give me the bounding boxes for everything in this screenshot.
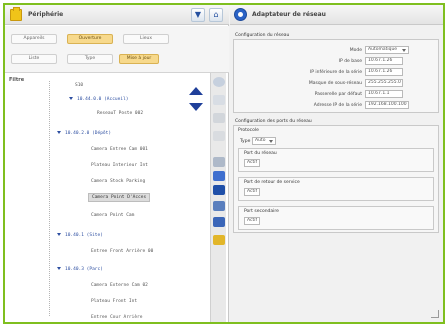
toolbar-button-2[interactable]: Lieux [123,34,169,44]
list-icon[interactable] [213,157,225,167]
device-tree: S10 10.44.0.0 (Accueil) ReseauT Poste 00… [5,81,205,322]
network-ports-title: Configuration des ports du réseau [235,119,312,124]
port-group-title: Port secondaire [244,209,279,214]
chevron-down-icon [402,49,406,52]
series-ip-field[interactable]: 192.168.100.100 [365,101,409,109]
tree-row[interactable]: Plateau Interieur Int [91,161,148,170]
collapse-button[interactable]: ▼ [191,8,205,22]
mode-select[interactable]: Automatique [365,46,409,54]
port-type-select[interactable]: Auto [252,137,276,145]
tree-row[interactable]: Camera Externe Cam 02 [91,281,148,290]
port-group: Port du réseau Actif [238,148,434,172]
tree-row-selected[interactable]: Camera Point D'Acces [88,193,151,202]
move-up-icon[interactable] [189,87,203,95]
chevron-down-icon [269,140,273,143]
toolbar-button-5[interactable]: Mise à jour [119,54,159,64]
field-label-subnet: Masque de sous-réseau [308,81,362,86]
tree-row[interactable]: S10 [75,81,83,90]
field-label-series-ip: Adresse IP de la série [313,103,362,108]
tree-row[interactable]: ReseauT Poste 002 [97,109,143,118]
peripherals-panel: Périphérie ▼ ⌂ Appareils Ouverture Lieux… [5,5,229,322]
tree-row[interactable]: Camera Stock Parking [91,177,145,186]
refresh-icon[interactable] [213,77,225,87]
tree-row[interactable]: Camera Point Cam [91,211,134,220]
field-label-gateway: Passerelle par défaut [314,92,362,97]
toolbar-button-0[interactable]: Appareils [11,34,57,44]
tree-row[interactable]: Plateau Front Int [91,297,137,306]
filter-icon[interactable] [213,171,225,181]
folder-icon [10,7,22,21]
tree-row[interactable]: 10.44.0.0 (Accueil) [69,95,128,104]
toolbar-button-4[interactable]: Type [67,54,113,64]
network-icon[interactable] [213,201,225,211]
network-adapter-header: Adaptateur de réseau [230,5,443,25]
port-group-value[interactable]: Actif [244,159,260,167]
delete-icon[interactable] [213,131,225,141]
add-icon[interactable] [213,95,225,105]
port-type-label: Type [240,139,251,144]
toolbar-button-1[interactable]: Ouverture [67,34,113,44]
tree-row[interactable]: Entree Front Arrière 00 [91,247,153,256]
subnet-mask-field[interactable]: 255.255.255.0 [365,79,403,87]
network-adapter-panel: Adaptateur de réseau Configuration du ré… [230,5,443,322]
settings-icon[interactable] [213,185,225,195]
home-button[interactable]: ⌂ [209,8,223,22]
field-label-base-ip: IP de base [338,59,362,64]
field-label-lower-ip: IP inférieure de la série [309,70,362,75]
port-group: Port secondaire Actif [238,206,434,230]
gateway-field[interactable]: 10.67.1.1 [365,90,403,98]
expand-icon[interactable] [57,267,61,270]
tree-row[interactable]: 10.40.3 (Parc) [57,265,103,274]
move-down-icon[interactable] [189,103,203,111]
base-ip-field[interactable]: 10.67.1.26 [365,57,403,65]
tree-row[interactable]: Camera Entree Cam 001 [91,145,148,154]
filter-toolbar: Appareils Ouverture Lieux Liste Type Mis… [5,26,229,73]
network-config-box: Mode Automatique IP de base 10.67.1.26 I… [233,39,439,113]
network-adapter-title: Adaptateur de réseau [252,11,326,18]
peripherals-header: Périphérie ▼ ⌂ [5,5,229,25]
expand-icon[interactable] [57,131,61,134]
port-group-title: Port du réseau [244,151,277,156]
toolbar-button-3[interactable]: Liste [11,54,57,64]
port-group-value[interactable]: Actif [244,188,260,196]
application-window: Périphérie ▼ ⌂ Appareils Ouverture Lieux… [3,3,445,324]
tree-guide-line [49,81,50,316]
tree-row[interactable]: 10.40.2.0 (Dépôt) [57,129,111,138]
edit-icon[interactable] [213,113,225,123]
tree-row[interactable]: 10.40.1 (Site) [57,231,103,240]
port-group-title: Port de retour de service [244,180,300,185]
action-sidebar [210,73,226,322]
expand-icon[interactable] [69,97,73,100]
tree-row[interactable]: Entree Cour Arrière [91,313,142,322]
link-icon[interactable] [213,217,225,227]
expand-icon[interactable] [57,233,61,236]
resize-grip-icon[interactable] [431,310,439,318]
port-group-value[interactable]: Actif [244,217,260,225]
network-ports-box: Protocole Type Auto Port du réseau Actif… [233,125,439,233]
network-config-title: Configuration du réseau [235,33,290,38]
protocol-subtitle: Protocole [238,128,259,133]
port-group: Port de retour de service Actif [238,177,434,201]
key-icon[interactable] [213,235,225,245]
field-label-mode: Mode [349,48,362,53]
network-adapter-icon [234,8,247,21]
peripherals-title: Périphérie [28,11,64,18]
lower-ip-field[interactable]: 10.67.1.26 [365,68,403,76]
